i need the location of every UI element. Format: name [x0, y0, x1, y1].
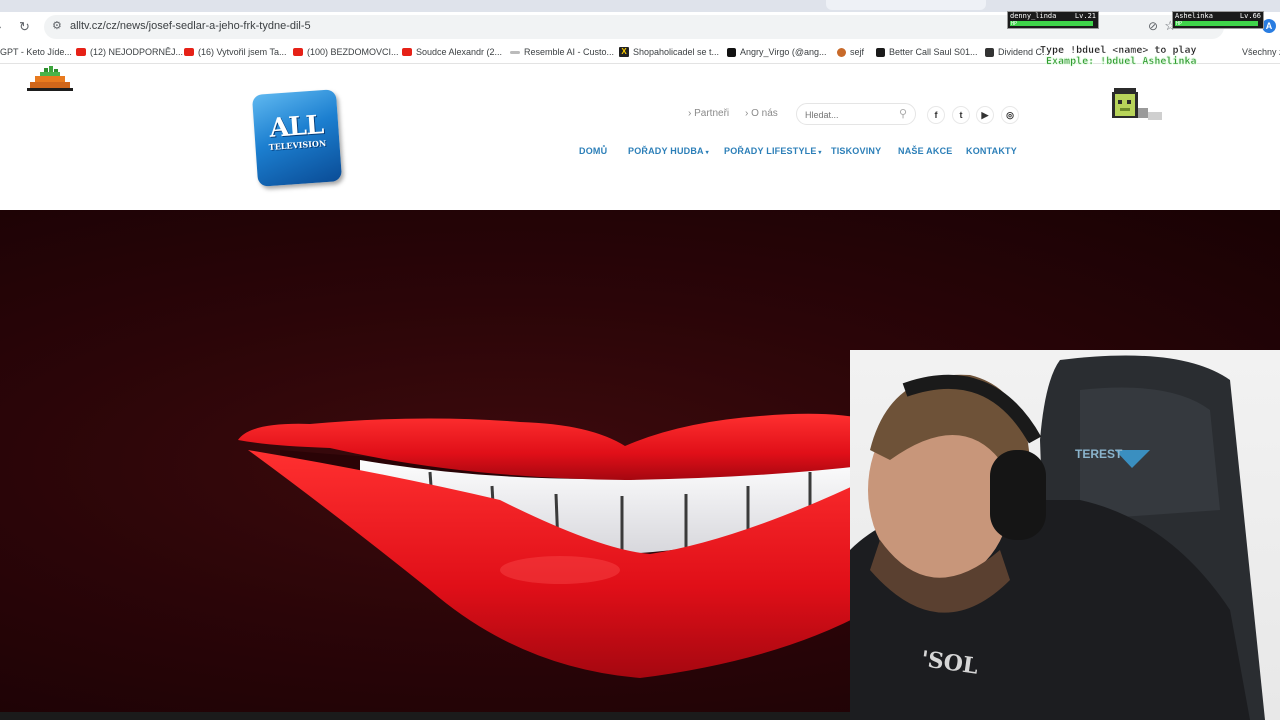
active-tab[interactable]: [826, 0, 986, 10]
instagram-icon[interactable]: ◎: [1001, 106, 1019, 124]
resemble-icon: [510, 50, 520, 54]
youtube-icon: [76, 48, 86, 56]
caret-down-icon: ▾: [703, 150, 709, 156]
chevron-right-icon: ›: [745, 108, 749, 119]
streamer-figure: TEREST 'SOL: [850, 355, 1265, 720]
player-level: Lv.66: [1239, 12, 1261, 20]
nav-item-contacts[interactable]: KONTAKTY: [966, 146, 1017, 156]
youtube-icon: [184, 48, 194, 56]
nav-label: POŘADY LIFESTYLE: [724, 146, 817, 156]
bookmark-item[interactable]: Angry_Virgo (@ang...: [727, 47, 827, 57]
bookmark-item[interactable]: (12) NEJODPORNĚJ...: [76, 47, 183, 57]
bookmark-item[interactable]: GPT - Keto Jíde...: [0, 47, 72, 57]
bookmark-item[interactable]: X Shopaholicadel se t...: [619, 47, 719, 57]
dividend-icon: [985, 47, 994, 57]
search-input[interactable]: [805, 108, 891, 121]
hp-label: HP: [1176, 21, 1183, 27]
streamer-webcam: TEREST 'SOL: [850, 350, 1280, 720]
tiktok-icon: [727, 47, 736, 57]
better-call-saul-icon: [876, 47, 885, 57]
top-link-label: O nás: [751, 108, 778, 119]
hp-label: HP: [1011, 21, 1018, 27]
nav-item-lifestyle-shows[interactable]: POŘADY LIFESTYLE ▾: [724, 146, 822, 156]
player-level: Lv.21: [1074, 12, 1096, 20]
youtube-icon[interactable]: ▶: [976, 106, 994, 124]
bookmark-label: Better Call Saul S01...: [889, 47, 978, 57]
bookmark-label: Angry_Virgo (@ang...: [740, 47, 827, 57]
twitter-icon[interactable]: t: [952, 106, 970, 124]
chevron-right-icon: ›: [688, 108, 692, 119]
nav-item-music-shows[interactable]: POŘADY HUDBA ▾: [628, 146, 709, 156]
site-search: ⚲: [796, 103, 916, 125]
eye-off-icon[interactable]: ⊘: [1148, 19, 1158, 33]
player-name: Ashelinka: [1175, 12, 1213, 20]
duel-example-hint: Example: !bduel Ashelinka: [1046, 56, 1197, 67]
pixel-creature-sprite-icon: [1112, 88, 1162, 120]
site-info-icon[interactable]: ⚙: [52, 19, 62, 32]
forward-icon[interactable]: ›: [0, 19, 1, 35]
top-link-about[interactable]: › O nás: [745, 108, 778, 119]
nav-label: POŘADY HUDBA: [628, 146, 704, 156]
bookmark-label: Shopaholicadel se t...: [633, 47, 720, 57]
bookmark-label: (100) BEZDOMOVCI...: [307, 47, 399, 57]
nav-item-home[interactable]: DOMŮ: [579, 146, 607, 156]
bookmark-label: GPT - Keto Jíde...: [0, 47, 72, 57]
bookmark-label: Resemble AI - Custo...: [524, 47, 615, 57]
bookmark-item[interactable]: (16) Vytvořil jsem Ta...: [184, 47, 287, 57]
bookmark-label: (16) Vytvořil jsem Ta...: [198, 47, 287, 57]
x-logo-icon: X: [619, 47, 629, 57]
bookmark-item[interactable]: Soudce Alexandr (2...: [402, 47, 502, 57]
player-name: denny_linda: [1010, 12, 1057, 20]
carrot-sprite-icon: [27, 66, 73, 91]
bookmark-item[interactable]: Resemble AI - Custo...: [510, 47, 614, 57]
player-hp-bar-2: Ashelinka Lv.66 HP: [1172, 11, 1264, 29]
fox-icon: [837, 47, 846, 57]
top-link-label: Partneři: [694, 108, 730, 119]
bookmark-item[interactable]: sejf: [837, 47, 864, 57]
duel-command-hint: Type !bduel <name> to play: [1040, 45, 1197, 56]
search-icon[interactable]: ⚲: [899, 107, 907, 120]
caret-down-icon: ▾: [816, 150, 822, 156]
bookmark-item[interactable]: Better Call Saul S01...: [876, 47, 978, 57]
top-link-partners[interactable]: › Partneři: [688, 108, 729, 119]
nav-item-events[interactable]: NAŠE AKCE: [898, 146, 952, 156]
bookmark-label: sejf: [850, 47, 865, 57]
bookmark-item[interactable]: Všechny z: [1242, 47, 1280, 57]
bookmark-label: (12) NEJODPORNĚJ...: [90, 47, 184, 57]
bookmark-item[interactable]: (100) BEZDOMOVCI...: [293, 47, 399, 57]
site-header: ALL TELEVISION › Partneři › O nás ⚲ f t …: [0, 64, 1280, 210]
address-url[interactable]: alltv.cz/cz/news/josef-sedlar-a-jeho-frk…: [70, 20, 311, 32]
nav-item-press[interactable]: TISKOVINY: [831, 146, 881, 156]
player-hp-bar-1: denny_linda Lv.21 HP: [1007, 11, 1099, 29]
youtube-icon: [402, 48, 412, 56]
alltv-logo[interactable]: ALL TELEVISION: [251, 89, 343, 187]
bookmark-label: Soudce Alexandr (2...: [416, 47, 503, 57]
taskbar: [0, 712, 850, 720]
youtube-icon: [293, 48, 303, 56]
hp-fill: [1175, 21, 1258, 26]
bookmark-label: Všechny z: [1242, 47, 1280, 57]
hp-fill: [1010, 21, 1093, 26]
reload-icon[interactable]: ↻: [19, 19, 30, 35]
svg-text:TEREST: TEREST: [1075, 447, 1123, 461]
profile-avatar[interactable]: A: [1262, 19, 1276, 33]
facebook-icon[interactable]: f: [927, 106, 945, 124]
